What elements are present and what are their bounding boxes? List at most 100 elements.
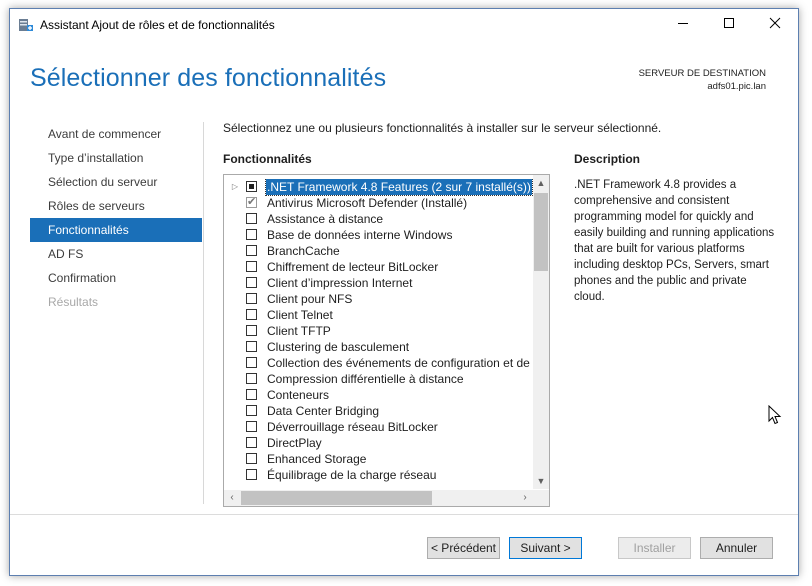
mouse-cursor-icon [768, 404, 782, 428]
nav-item-selection-serveur[interactable]: Sélection du serveur [30, 170, 202, 194]
nav-item-type-installation[interactable]: Type d’installation [30, 146, 202, 170]
feature-label: Assistance à distance [267, 212, 384, 226]
destination-server-info: SERVEUR DE DESTINATION adfs01.pic.lan [639, 67, 766, 93]
title-bar: Assistant Ajout de rôles et de fonctionn… [10, 9, 798, 40]
feature-label: Data Center Bridging [267, 404, 380, 418]
nav-item-avant-de-commencer[interactable]: Avant de commencer [30, 122, 202, 146]
feature-label: Client pour NFS [267, 292, 353, 306]
nav-divider [203, 122, 204, 504]
feature-checkbox[interactable] [246, 421, 257, 432]
feature-label: Clustering de basculement [267, 340, 410, 354]
feature-checkbox[interactable] [246, 357, 257, 368]
feature-checkbox[interactable] [246, 453, 257, 464]
maximize-button[interactable] [706, 9, 752, 40]
feature-row[interactable]: Client Telnet [224, 307, 533, 323]
feature-row[interactable]: Chiffrement de lecteur BitLocker [224, 259, 533, 275]
feature-row[interactable]: Client d’impression Internet [224, 275, 533, 291]
feature-label: Compression différentielle à distance [267, 372, 464, 386]
feature-label: Client Telnet [267, 308, 333, 322]
instruction-text: Sélectionnez une ou plusieurs fonctionna… [223, 121, 662, 135]
destination-label: SERVEUR DE DESTINATION [638, 68, 766, 79]
feature-label: Chiffrement de lecteur BitLocker [267, 260, 439, 274]
feature-label: BranchCache [267, 244, 340, 258]
feature-label: Conteneurs [267, 388, 330, 402]
scroll-left-icon[interactable]: ‹ [224, 490, 240, 506]
install-button: Installer [618, 537, 691, 559]
feature-checkbox[interactable] [246, 389, 257, 400]
close-button[interactable] [752, 9, 798, 40]
minimize-button[interactable] [660, 9, 706, 40]
vertical-scrollbar[interactable]: ▲ ▼ [533, 175, 549, 489]
feature-checkbox[interactable] [246, 373, 257, 384]
feature-checkbox[interactable] [246, 341, 257, 352]
feature-row[interactable]: ▷ .NET Framework 4.8 Features (2 sur 7 in… [224, 179, 533, 196]
checkmark-icon: ✔ [247, 196, 257, 208]
wizard-window: Assistant Ajout de rôles et de fonctionn… [9, 8, 799, 576]
next-button[interactable]: Suivant > [509, 537, 582, 559]
wizard-steps-nav: Avant de commencer Type d’installation S… [30, 122, 202, 314]
nav-item-ad-fs[interactable]: AD FS [30, 242, 202, 266]
feature-row[interactable]: Assistance à distance [224, 211, 533, 227]
features-heading: Fonctionnalités [223, 152, 312, 166]
feature-row[interactable]: Base de données interne Windows [224, 227, 533, 243]
feature-label: Antivirus Microsoft Defender (Installé) [267, 196, 468, 210]
destination-server-name: adfs01.pic.lan [707, 81, 766, 92]
feature-row[interactable]: DirectPlay [224, 435, 533, 451]
vertical-scroll-thumb[interactable] [534, 193, 548, 271]
feature-label: .NET Framework 4.8 Features (2 sur 7 ins… [265, 179, 533, 196]
feature-row[interactable]: Client pour NFS [224, 291, 533, 307]
scrollbar-corner [533, 490, 549, 506]
feature-label: Client d’impression Internet [267, 276, 413, 290]
nav-item-confirmation[interactable]: Confirmation [30, 266, 202, 290]
feature-checkbox[interactable] [246, 213, 257, 224]
feature-row[interactable]: Déverrouillage réseau BitLocker [224, 419, 533, 435]
expand-arrow-icon[interactable]: ▷ [230, 179, 240, 195]
nav-item-roles-serveurs[interactable]: Rôles de serveurs [30, 194, 202, 218]
feature-label: Équilibrage de la charge réseau [267, 468, 437, 482]
page-title: Sélectionner des fonctionnalités [30, 64, 387, 92]
feature-row[interactable]: Client TFTP [224, 323, 533, 339]
feature-checkbox[interactable] [246, 245, 257, 256]
previous-button[interactable]: < Précédent [427, 537, 500, 559]
feature-row[interactable]: Compression différentielle à distance [224, 371, 533, 387]
feature-row[interactable]: Conteneurs [224, 387, 533, 403]
feature-checkbox[interactable] [246, 181, 257, 192]
feature-checkbox[interactable] [246, 261, 257, 272]
feature-checkbox[interactable] [246, 277, 257, 288]
scroll-up-icon[interactable]: ▲ [533, 175, 549, 191]
description-text: .NET Framework 4.8 provides a comprehens… [574, 179, 775, 303]
feature-checkbox[interactable] [246, 325, 257, 336]
feature-checkbox[interactable] [246, 405, 257, 416]
feature-checkbox: ✔ [246, 196, 257, 208]
server-manager-icon [18, 17, 34, 33]
maximize-icon [723, 17, 735, 32]
minimize-icon [677, 17, 689, 32]
feature-label: Enhanced Storage [267, 452, 367, 466]
feature-label: Base de données interne Windows [267, 228, 453, 242]
feature-row[interactable]: Équilibrage de la charge réseau [224, 467, 533, 483]
feature-row[interactable]: ✔ Antivirus Microsoft Defender (Installé) [224, 195, 533, 211]
feature-label: Client TFTP [267, 324, 331, 338]
scroll-down-icon[interactable]: ▼ [533, 473, 549, 489]
nav-item-fonctionnalites[interactable]: Fonctionnalités [30, 218, 202, 242]
window-title: Assistant Ajout de rôles et de fonctionn… [40, 18, 275, 32]
feature-row[interactable]: Clustering de basculement [224, 339, 533, 355]
features-list: ▷ .NET Framework 4.8 Features (2 sur 7 in… [224, 179, 533, 487]
scroll-right-icon[interactable]: › [517, 490, 533, 506]
cancel-button[interactable]: Annuler [700, 537, 773, 559]
feature-row[interactable]: Collection des événements de configurati… [224, 355, 533, 371]
feature-row[interactable]: Enhanced Storage [224, 451, 533, 467]
feature-checkbox[interactable] [246, 309, 257, 320]
horizontal-scrollbar[interactable]: ‹ › [224, 490, 533, 506]
feature-row[interactable]: Data Center Bridging [224, 403, 533, 419]
feature-checkbox[interactable] [246, 437, 257, 448]
description-heading: Description [574, 152, 641, 166]
feature-checkbox[interactable] [246, 229, 257, 240]
close-icon [769, 17, 781, 32]
features-tree[interactable]: ▷ .NET Framework 4.8 Features (2 sur 7 in… [223, 174, 550, 507]
nav-item-resultats: Résultats [48, 295, 99, 309]
feature-checkbox[interactable] [246, 469, 257, 480]
feature-row[interactable]: BranchCache [224, 243, 533, 259]
horizontal-scroll-thumb[interactable] [241, 491, 432, 505]
feature-checkbox[interactable] [246, 293, 257, 304]
